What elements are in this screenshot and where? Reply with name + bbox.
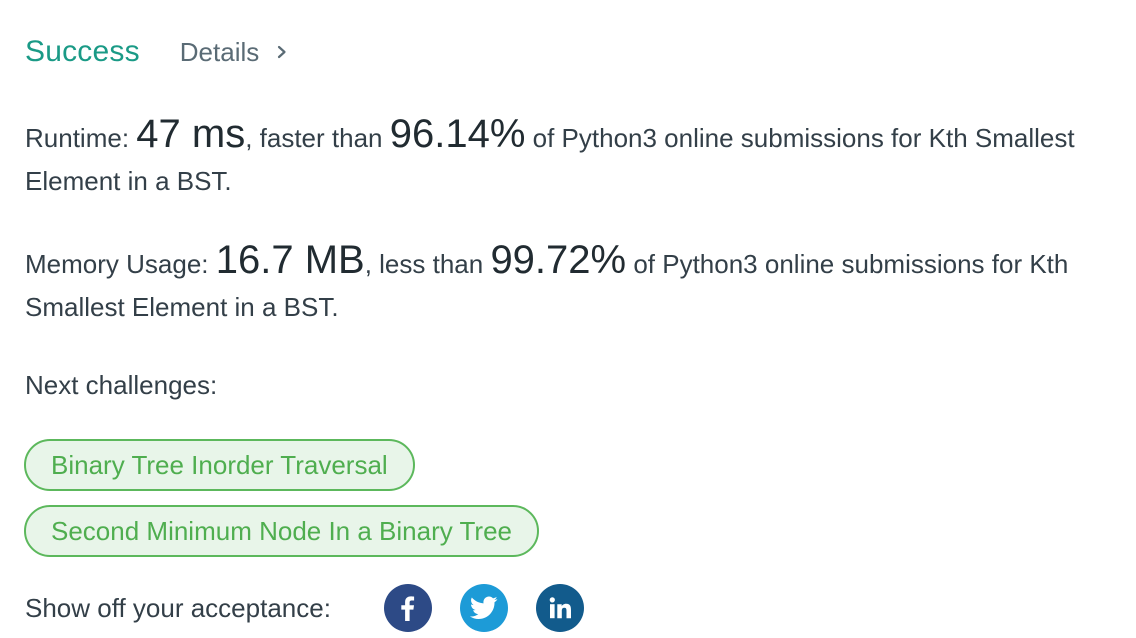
twitter-share-button[interactable] [459, 584, 508, 632]
memory-percent: 99.72% [490, 238, 627, 282]
status-label: Success [25, 35, 140, 68]
runtime-value: 47 ms [136, 112, 246, 156]
details-link[interactable]: Details [180, 37, 289, 68]
submission-result: Success Details Runtime: 47 ms, faster t… [0, 0, 1136, 638]
challenge-chip-second-minimum-node[interactable]: Second Minimum Node In a Binary Tree [24, 505, 539, 557]
memory-stats: Memory Usage: 16.7 MB, less than 99.72% … [25, 239, 1120, 329]
facebook-icon [401, 596, 415, 621]
facebook-share-button[interactable] [383, 584, 432, 632]
result-header: Success Details [25, 30, 289, 74]
runtime-comparison: , faster than [245, 123, 390, 153]
linkedin-share-button[interactable] [535, 584, 584, 632]
linkedin-icon [549, 597, 571, 619]
chevron-right-icon [278, 45, 286, 59]
runtime-label: Runtime: [25, 123, 137, 153]
share-row: Show off your acceptance: [25, 584, 584, 632]
share-label: Show off your acceptance: [25, 592, 331, 623]
memory-label: Memory Usage: [25, 249, 216, 279]
details-label: Details [179, 36, 260, 67]
memory-comparison: , less than [364, 249, 491, 279]
runtime-stats: Runtime: 47 ms, faster than 96.14% of Py… [25, 113, 1120, 203]
next-challenges-label: Next challenges: [25, 370, 218, 400]
memory-value: 16.7 MB [215, 238, 365, 282]
runtime-percent: 96.14% [389, 112, 526, 156]
challenge-chip-binary-tree-inorder-traversal[interactable]: Binary Tree Inorder Traversal [24, 439, 415, 491]
twitter-icon [469, 596, 498, 619]
